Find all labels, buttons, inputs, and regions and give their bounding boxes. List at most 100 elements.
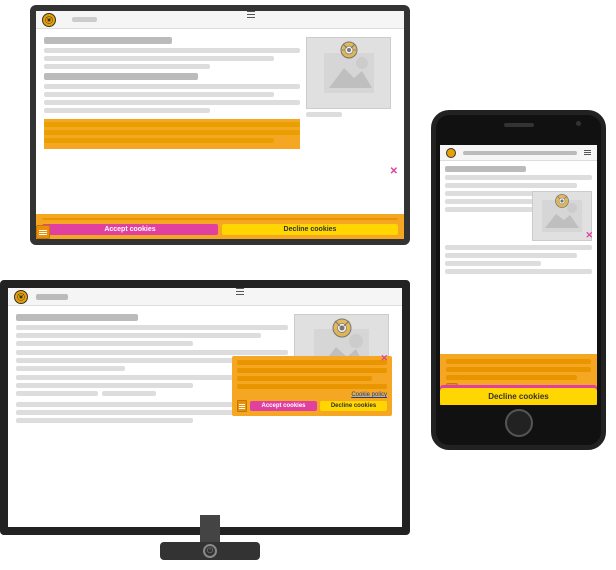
desktop-cookie-policy-link[interactable]: Cookie policy — [237, 392, 387, 398]
desktop-power-button[interactable]: ⏻ — [203, 544, 217, 558]
desktop-cookie-close[interactable]: ✕ — [380, 353, 388, 364]
heading-1 — [44, 37, 172, 44]
desktop-topbar — [8, 288, 402, 306]
desktop-screen-content: ✕ Cookie policy Accept — [8, 288, 402, 527]
overlay-line-3 — [237, 376, 372, 381]
desktop-hamburger-line-3 — [236, 294, 244, 296]
logo-circle — [42, 13, 56, 27]
phone-decline-cookies-button[interactable]: Decline cookies — [440, 388, 597, 405]
desktop-settings-line-2 — [239, 406, 245, 407]
phone-line-2 — [445, 183, 577, 188]
content-line-5 — [44, 92, 274, 97]
desktop-overlay-btn-row: Accept cookies Decline cookies — [237, 400, 387, 412]
decline-cookies-button-large[interactable]: Decline cookies — [222, 224, 398, 235]
phone-logo — [446, 148, 456, 158]
large-topbar — [36, 11, 404, 29]
heading-2 — [44, 73, 198, 80]
overlay-line-2 — [237, 368, 387, 373]
desktop-content-line-1 — [16, 325, 288, 330]
desktop-logo-circle — [14, 290, 28, 304]
desktop-cookie-overlay: ✕ Cookie policy Accept — [232, 356, 392, 416]
phone-line-6 — [445, 245, 592, 250]
phone-cookie-line-2 — [446, 367, 591, 372]
large-content-left — [44, 37, 300, 149]
phone-speaker — [504, 123, 534, 127]
img-caption-line — [306, 112, 342, 117]
desktop-settings-line-1 — [239, 404, 245, 405]
phone-cookie-bar: Cookie policy Accept cookies Decline coo… — [440, 354, 597, 405]
desktop-content-line-10 — [16, 410, 261, 415]
phone-cookie-line-1 — [446, 359, 591, 364]
desktop-main-content: ✕ Cookie policy Accept — [8, 306, 402, 426]
desktop-content-line-3 — [16, 341, 193, 346]
hamburger-menu[interactable] — [105, 11, 398, 29]
large-screen-content: ✕ Cookie policy Accept cookies Decline c… — [36, 11, 404, 239]
phone-home-button[interactable] — [505, 409, 533, 437]
desktop-hamburger-line-2 — [236, 291, 244, 293]
phone-screen-content: ✕ Cookie policy Accept cookies — [440, 145, 597, 405]
phone-line-7 — [445, 253, 577, 258]
phone-hamburger-line-2 — [584, 152, 591, 153]
content-line-1 — [44, 48, 300, 53]
desktop-overlay-lines — [237, 360, 387, 389]
desktop-hamburger-line-1 — [236, 288, 244, 290]
phone-hamburger-line-1 — [584, 150, 591, 151]
phone-screen: ✕ Cookie policy Accept cookies — [440, 145, 597, 405]
content-line-4 — [44, 84, 300, 89]
cookie-settings-icon[interactable] — [36, 225, 50, 239]
desktop-settings-icon[interactable] — [237, 400, 247, 412]
desktop-bug-icon-overlay — [332, 318, 352, 338]
phone-image-placeholder — [532, 191, 592, 241]
nav-extra-bar — [72, 17, 97, 22]
content-line-2 — [44, 56, 274, 61]
large-cookie-bar: Cookie policy Accept cookies Decline coo… — [36, 231, 404, 239]
desktop-content-line-4 — [16, 350, 288, 355]
desktop-col-line-2 — [102, 391, 156, 396]
phone-heading-1 — [445, 166, 526, 172]
overlay-line-4 — [237, 384, 387, 389]
cookie-close-button[interactable]: ✕ — [390, 166, 398, 177]
bug-icon-overlay — [340, 41, 358, 59]
desktop-decline-button[interactable]: Decline cookies — [320, 401, 387, 411]
hamburger-line-2 — [247, 14, 255, 16]
mobile-phone: ✕ Cookie policy Accept cookies — [431, 110, 606, 450]
phone-hamburger[interactable] — [584, 150, 591, 155]
desktop-hamburger[interactable] — [84, 288, 396, 306]
desktop-bug-on-image — [332, 318, 352, 343]
large-monitor-screen: ✕ Cookie policy Accept cookies Decline c… — [30, 5, 410, 245]
overlay-line-1 — [237, 360, 387, 365]
phone-line-8 — [445, 261, 541, 266]
image-placeholder-large — [306, 37, 391, 109]
cookie-btn-row: Accept cookies Decline cookies — [36, 220, 404, 239]
content-line-6 — [44, 100, 300, 105]
phone-cookie-line-3 — [446, 375, 577, 380]
phone-hamburger-line-3 — [584, 154, 591, 155]
desktop-stand-neck — [200, 515, 220, 545]
bug-on-image — [340, 41, 358, 64]
cookie-line-2 — [44, 130, 300, 135]
desktop-accept-button[interactable]: Accept cookies — [250, 401, 317, 411]
phone-line-9 — [445, 269, 592, 274]
desktop-col-line-1 — [16, 391, 98, 396]
phone-nav-bar — [463, 151, 577, 155]
phone-bug-on-image — [555, 194, 569, 213]
desktop-content-line-2 — [16, 333, 261, 338]
phone-topbar — [440, 145, 597, 161]
accept-cookies-button-large[interactable]: Accept cookies — [42, 224, 218, 235]
cookie-text-area — [44, 119, 300, 149]
content-line-3 — [44, 64, 210, 69]
desktop-stand-base: ⏻ — [160, 542, 260, 560]
desktop-search-bar[interactable] — [36, 294, 68, 300]
phone-cookie-close[interactable]: ✕ — [585, 230, 593, 241]
desktop-monitor-screen: ✕ Cookie policy Accept — [0, 280, 410, 535]
hamburger-line-1 — [247, 11, 255, 13]
desktop-content-line-11 — [16, 418, 193, 423]
cookie-line-3 — [44, 138, 274, 143]
phone-main-content — [440, 161, 597, 274]
hamburger-line-3 — [247, 17, 255, 19]
desktop-content-line-5 — [16, 358, 261, 363]
large-main-content — [36, 29, 404, 149]
large-monitor: ✕ Cookie policy Accept cookies Decline c… — [30, 5, 420, 260]
phone-cookie-text — [446, 359, 591, 380]
desktop-monitor: ✕ Cookie policy Accept — [0, 280, 420, 560]
